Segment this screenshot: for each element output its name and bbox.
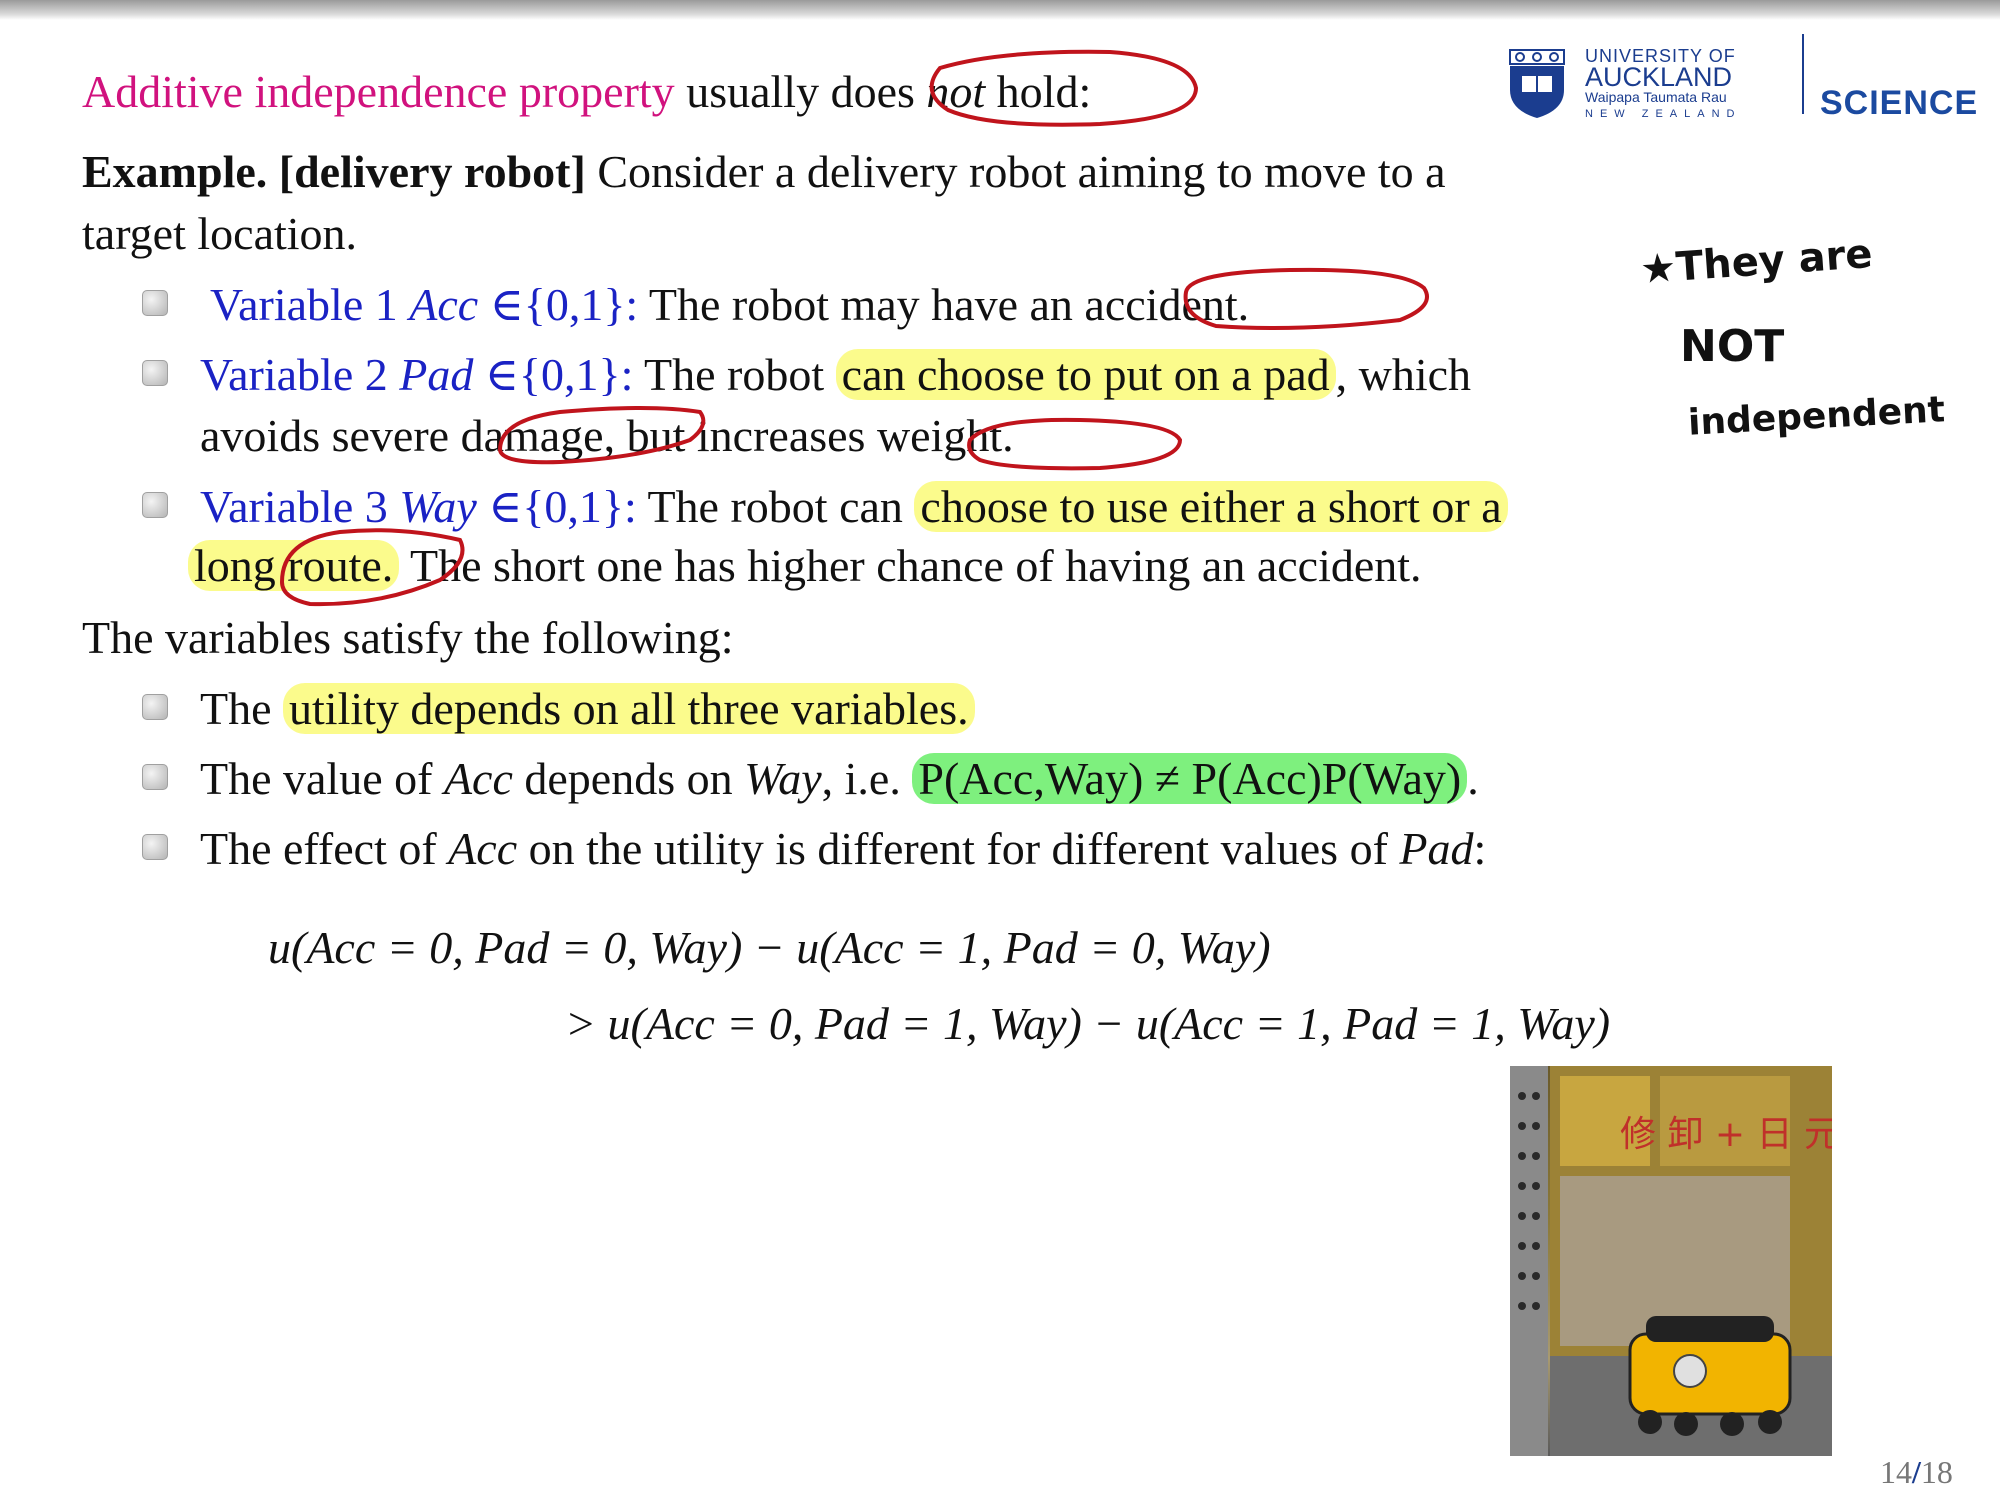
variable-2-highlight: can choose to put on a pad [835,349,1336,400]
page-separator: / [1912,1454,1921,1490]
variable-3-line2-highlight: long route. [188,540,400,591]
bullet-icon [142,492,168,518]
satisfy-intro: The variables satisfy the following: [82,612,734,663]
variable-3-set: ∈{0,1}: [476,481,637,532]
variable-1-set: ∈{0,1}: [478,279,639,330]
property-2-formula-highlight: P(Acc,Way) ≠ P(Acc)P(Way) [912,753,1468,804]
bullet-icon [142,694,168,720]
slide-heading: Additive independence property usually d… [82,62,1091,122]
bullet-icon [142,290,168,316]
property-3-post: : [1473,823,1487,874]
property-2-mid: depends on [512,753,745,804]
variable-3-name: Way [399,481,477,532]
variable-3-line2: long route. The short one has higher cha… [188,536,1422,596]
variable-2-name: Pad [399,349,474,400]
photo-sign-text: 修 卸 + 日 元 1 8元 [1620,1114,1832,1155]
property-2-ie: , i.e. [821,753,913,804]
property-3-pre: The effect of [200,823,449,874]
property-3: The effect of Acc on the utility is diff… [200,819,1486,879]
heading-rest-post: hold: [985,66,1092,117]
property-2-var1: Acc [443,753,513,804]
variable-3-text-pre: The robot can [636,481,915,532]
variable-2: Variable 2 Pad ∈{0,1}: The robot can cho… [200,345,1471,405]
bullet-icon [142,834,168,860]
handwritten-note-line3: independent [1687,389,1946,444]
variable-2-set: ∈{0,1}: [473,349,634,400]
property-1-pre: The [200,683,284,734]
variable-2-text-pre: The robot [633,349,836,400]
example-label: Example. [delivery robot] [82,146,586,197]
top-gradient-bar [0,0,2000,20]
variable-2-label: Variable 2 [200,349,400,400]
page-total: 18 [1920,1454,1953,1490]
variable-1-name: Acc [409,279,479,330]
logo-line2: AUCKLAND [1585,62,1733,92]
variable-1: Variable 1 Acc ∈{0,1}: The robot may hav… [210,275,1249,335]
heading-not: not [926,66,986,117]
bullet-icon [142,764,168,790]
formula-line1: u(Acc = 0, Pad = 0, Way) − u(Acc = 1, Pa… [268,922,1271,973]
logo-line3: Waipapa Taumata Rau [1585,89,1727,105]
example-line1: Example. [delivery robot] Consider a del… [82,142,1446,202]
page-current: 14 [1880,1454,1912,1490]
variable-3-highlight: choose to use either a short or a [914,481,1508,532]
university-crest-icon [1508,48,1566,120]
property-2-pre: The value of [200,753,444,804]
logo-divider [1802,34,1804,114]
property-3-var1: Acc [448,823,518,874]
example-line2: target location. [82,208,358,259]
variable-1-text: The robot may have an accident. [638,279,1250,330]
property-3-mid: on the utility is different for differen… [517,823,1400,874]
example-line1-rest: Consider a delivery robot aiming to move… [585,146,1446,197]
variable-2-line2: avoids severe damage, but increases weig… [200,410,1014,461]
page-number: 14/18 [1880,1454,1953,1491]
property-3-var2: Pad [1399,823,1474,874]
formula-line2: > u(Acc = 0, Pad = 1, Way) − u(Acc = 1, … [565,998,1611,1049]
variable-1-label: Variable 1 [210,279,410,330]
bullet-icon [142,360,168,386]
handwritten-note-line2: NOT [1680,321,1785,372]
variable-2-text-post: , which [1335,349,1472,400]
heading-rest-pre: usually does [674,66,927,117]
heading-colored: Additive independence property [82,66,675,117]
handwritten-note-line1: ★They are [1638,230,1874,294]
property-2: The value of Acc depends on Way, i.e. P(… [200,749,1479,809]
variable-3: Variable 3 Way ∈{0,1}: The robot can cho… [200,477,1508,537]
variable-3-line2-post: The short one has higher chance of havin… [399,540,1422,591]
property-1: The utility depends on all three variabl… [200,679,975,739]
delivery-robot-photo: 修 卸 + 日 元 1 8元 [1510,1066,1832,1456]
variable-3-label: Variable 3 [200,481,400,532]
faculty-label: SCIENCE [1820,84,1979,122]
property-2-post: . [1467,753,1479,804]
property-2-var2: Way [744,753,822,804]
property-1-highlight: utility depends on all three variables. [283,683,975,734]
logo-line4: NEW ZEALAND [1585,108,1742,120]
